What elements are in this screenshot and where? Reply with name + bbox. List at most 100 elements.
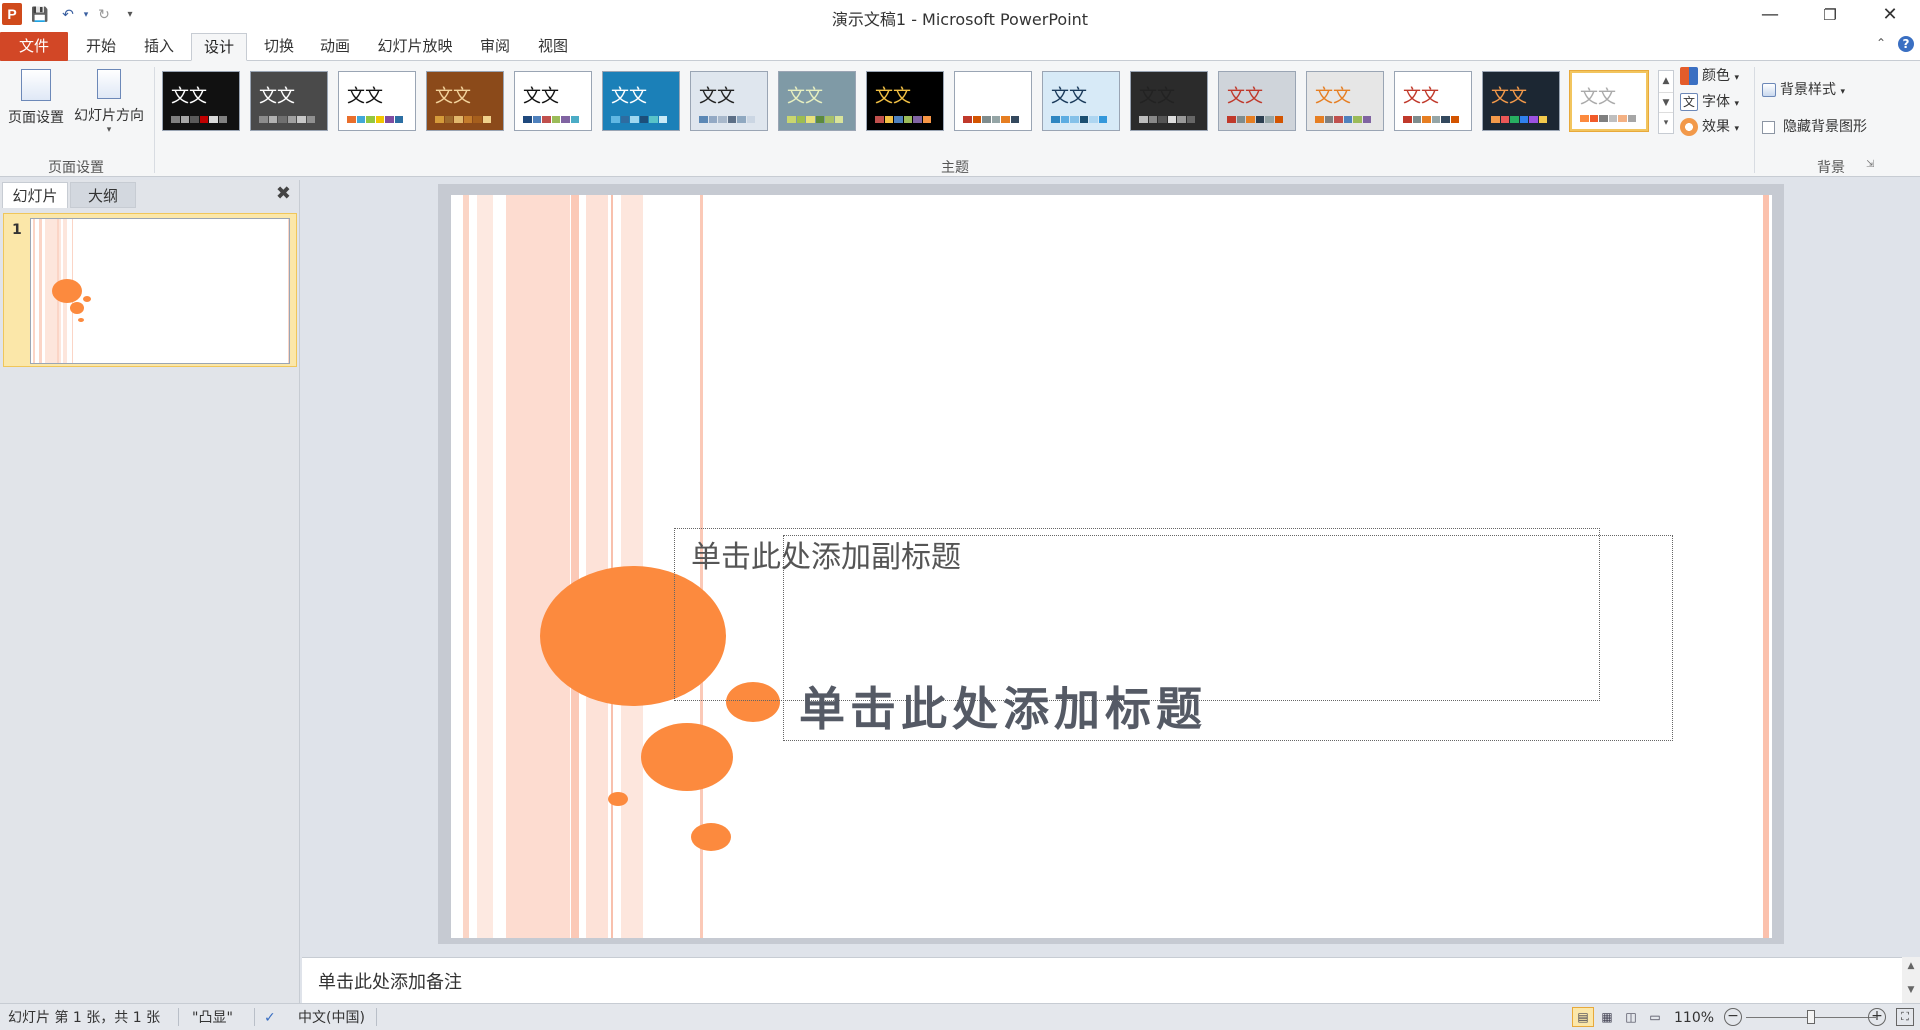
close-window-button[interactable]: ✕ — [1865, 0, 1915, 30]
theme-thumbnail[interactable]: 文文 — [1570, 71, 1648, 131]
slide-thumbnail[interactable] — [30, 218, 290, 364]
checkbox-icon[interactable] — [1762, 120, 1775, 134]
close-pane-icon[interactable]: ✖ — [276, 183, 291, 204]
color-swatch — [199, 116, 208, 123]
slide-orientation-button[interactable]: 幻灯片方向 ▾ — [70, 69, 148, 135]
page-setup-button[interactable]: 页面设置 — [4, 69, 68, 127]
color-swatch — [1403, 116, 1412, 123]
powerpoint-logo-icon[interactable]: P — [2, 3, 22, 25]
theme-fonts-button[interactable]: 文字体 ▾ — [1680, 91, 1739, 113]
fit-to-window-icon[interactable]: ⛶ — [1896, 1008, 1914, 1026]
tab-outline[interactable]: 大纲 — [70, 182, 136, 208]
color-swatch — [1255, 116, 1264, 123]
color-swatch — [1491, 116, 1500, 123]
color-swatch — [1580, 115, 1589, 122]
gallery-down-icon[interactable]: ▼ — [1659, 92, 1673, 113]
tab-file[interactable]: 文件 — [0, 32, 68, 61]
theme-thumbnail[interactable]: 文文 — [426, 71, 504, 131]
slide-canvas[interactable]: 单击此处添加副标题 单击此处添加标题 — [451, 195, 1772, 938]
tab-slides[interactable]: 幻灯片 — [2, 182, 68, 208]
theme-thumbnail[interactable]: 文文 — [338, 71, 416, 131]
theme-thumbnail[interactable]: 文文 — [250, 71, 328, 131]
notes-scrollbar[interactable]: ▲ ▼ — [1902, 957, 1920, 1003]
slideshow-view-icon[interactable]: ▭ — [1644, 1007, 1666, 1027]
color-swatch — [1627, 115, 1636, 122]
color-swatch — [913, 116, 922, 123]
undo-icon[interactable]: ↶ — [58, 5, 78, 25]
background-styles-button[interactable]: 背景样式 ▾ — [1762, 79, 1845, 101]
color-swatch — [815, 116, 824, 123]
color-swatch — [1070, 116, 1079, 123]
spell-check-icon[interactable]: ✓ — [264, 1008, 276, 1028]
slide-count-status[interactable]: 幻灯片 第 1 张，共 1 张 — [8, 1008, 160, 1028]
theme-thumbnail[interactable]: 文文 — [1218, 71, 1296, 131]
reading-view-icon[interactable]: ◫ — [1620, 1007, 1642, 1027]
theme-thumbnail[interactable]: 文文 — [1482, 71, 1560, 131]
tab-animations[interactable]: 动画 — [310, 33, 360, 61]
restore-button[interactable]: ❐ — [1805, 0, 1855, 30]
undo-dropdown-icon[interactable]: ▾ — [76, 5, 96, 25]
theme-thumbnail[interactable]: 文文 — [866, 71, 944, 131]
notes-placeholder[interactable]: 单击此处添加备注 — [318, 972, 462, 993]
help-icon[interactable]: ? — [1898, 36, 1914, 52]
minimize-button[interactable]: — — [1745, 0, 1795, 30]
theme-colors-button[interactable]: 颜色 ▾ — [1680, 65, 1739, 87]
customize-icon[interactable]: ▾ — [120, 5, 140, 25]
theme-thumbnail[interactable]: 文文 — [1306, 71, 1384, 131]
color-swatch — [542, 116, 551, 123]
save-icon[interactable]: 💾 — [30, 5, 50, 25]
theme-sample-text: 文文 — [699, 86, 735, 107]
theme-thumbnail[interactable]: 文文 — [1042, 71, 1120, 131]
color-swatch — [1324, 116, 1333, 123]
theme-thumbnail[interactable]: 文文 — [602, 71, 680, 131]
color-swatch — [1510, 116, 1519, 123]
tab-home[interactable]: 开始 — [76, 33, 126, 61]
gallery-up-icon[interactable]: ▲ — [1659, 71, 1673, 92]
theme-thumbnail[interactable]: 文文 — [690, 71, 768, 131]
tab-slideshow[interactable]: 幻灯片放映 — [370, 33, 460, 61]
collapse-ribbon-icon[interactable]: ⌃ — [1876, 36, 1886, 50]
zoom-level[interactable]: 110% — [1674, 1008, 1714, 1028]
theme-sample-text: 文文 — [1491, 86, 1527, 107]
tab-view[interactable]: 视图 — [528, 33, 578, 61]
theme-thumbnail[interactable]: 文文 — [954, 71, 1032, 131]
theme-thumbnail[interactable]: 文文 — [514, 71, 592, 131]
slide-thumbnail-graphic — [33, 219, 289, 363]
color-swatch — [1060, 116, 1069, 123]
theme-thumbnail[interactable]: 文文 — [162, 71, 240, 131]
zoom-in-icon[interactable]: + — [1868, 1008, 1886, 1026]
title-placeholder[interactable]: 单击此处添加标题 — [799, 673, 1207, 739]
color-swatch — [620, 116, 629, 123]
gallery-more-icon[interactable]: ▾ — [1659, 113, 1673, 134]
hide-background-graphics-checkbox[interactable]: 隐藏背景图形 — [1762, 116, 1867, 138]
color-swatch — [699, 116, 708, 123]
tab-design[interactable]: 设计 — [191, 33, 247, 61]
theme-thumbnail[interactable]: 文文 — [778, 71, 856, 131]
color-swatch — [551, 116, 560, 123]
normal-view-icon[interactable]: ▤ — [1572, 1007, 1594, 1027]
subtitle-placeholder[interactable]: 单击此处添加副标题 — [691, 532, 961, 576]
color-swatch — [444, 116, 453, 123]
dialog-launcher-icon[interactable]: ⇲ — [1866, 159, 1874, 170]
notes-pane[interactable]: 单击此处添加备注 — [302, 957, 1902, 1003]
theme-effects-button[interactable]: 效果 ▾ — [1680, 116, 1739, 138]
tab-review[interactable]: 审阅 — [468, 33, 522, 61]
scroll-down-icon[interactable]: ▼ — [1902, 985, 1920, 995]
language-status[interactable]: 中文(中国) — [298, 1008, 365, 1028]
zoom-out-icon[interactable]: − — [1724, 1008, 1742, 1026]
zoom-slider-thumb[interactable] — [1807, 1010, 1815, 1024]
slide-thumbnail-row[interactable]: 1 — [3, 213, 297, 367]
color-swatch — [1098, 116, 1107, 123]
color-swatch — [746, 116, 755, 123]
theme-thumbnail[interactable]: 文文 — [1394, 71, 1472, 131]
theme-color-swatches — [523, 116, 579, 123]
theme-name-status[interactable]: "凸显" — [192, 1008, 233, 1028]
redo-icon[interactable]: ↻ — [94, 5, 114, 25]
scroll-up-icon[interactable]: ▲ — [1902, 961, 1920, 971]
tab-insert[interactable]: 插入 — [134, 33, 184, 61]
color-swatch — [209, 116, 218, 123]
slide-sorter-view-icon[interactable]: ▦ — [1596, 1007, 1618, 1027]
theme-thumbnail[interactable]: 文文 — [1130, 71, 1208, 131]
color-swatch — [1079, 116, 1088, 123]
tab-transitions[interactable]: 切换 — [254, 33, 304, 61]
